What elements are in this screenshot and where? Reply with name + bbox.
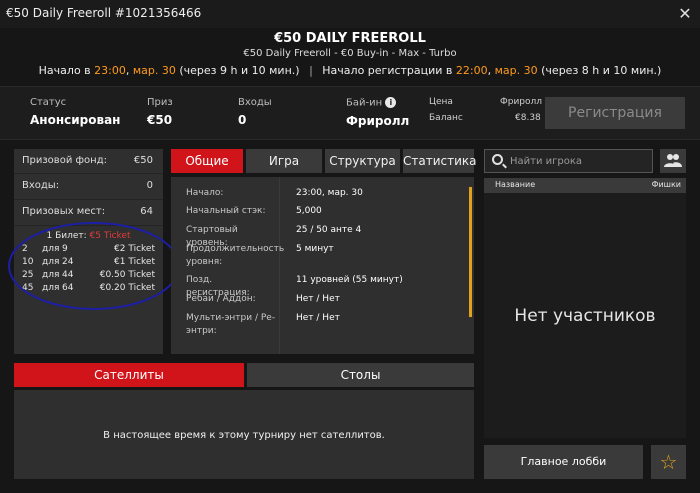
tab-structure[interactable]: Структура [325,149,400,173]
registration-label: Начало регистрации в [322,64,456,77]
divider [14,199,163,200]
entries-label: Входы [238,97,272,108]
paid-places-value: 64 [140,206,153,217]
prize-label: Приз [147,97,173,108]
start-label: Начало в [38,64,95,77]
schedule-separator: | [309,64,313,77]
paid-places-row: Призовых мест: 64 [22,206,153,217]
star-icon: ☆ [659,450,678,474]
detail-key: Начальный стэк: [186,206,266,216]
column-name[interactable]: Название [495,180,535,189]
paid-places-label: Призовых мест: [22,206,106,217]
title-bar: €50 Daily Freeroll #1021356466 ✕ [0,0,700,28]
entries-block: Входы 0 [238,97,272,127]
buyin-block: Бай-ин i Фриролл [346,97,409,128]
detail-value: Нет / Нет [296,313,340,323]
divider [14,173,163,174]
prize-pool-row: Призовой фонд: €50 [22,155,153,166]
info-icon[interactable]: i [385,97,397,108]
tab-statistics[interactable]: Статистика [403,149,477,173]
balance-label: Баланс [429,113,463,123]
tab-satellites[interactable]: Сателлиты [14,363,244,387]
registration-time: 22:00 [455,64,488,77]
satellites-panel: В настоящее время к этому турниру нет са… [14,390,474,479]
tab-game[interactable]: Игра [246,149,322,173]
detail-value: 25 / 50 анте 4 [296,225,362,235]
close-icon[interactable]: ✕ [676,4,694,23]
status-value: Анонсирован [30,113,121,127]
detail-value: 23:00, мар. 30 [296,188,363,198]
window-title: €50 Daily Freeroll #1021356466 [6,6,202,20]
detail-key: Продолжительность уровня: [186,244,285,267]
entries-count-value: 0 [146,180,153,191]
price-value: Фриролл [500,97,543,107]
tab-general[interactable]: Общие [171,149,243,173]
registration-date: мар. 30 [494,64,538,77]
detail-value: 11 уровней (55 минут) [296,275,403,285]
registration-relative: (через 8 h и 10 мин.) [537,64,662,77]
no-satellites-message: В настоящее время к этому турниру нет са… [103,430,385,441]
buyin-label: Бай-ин [346,97,383,109]
player-search-input[interactable] [510,153,648,169]
detail-value: 5,000 [296,206,322,216]
buyin-value: Фриролл [346,113,410,128]
detail-value: 5 минут [296,244,334,254]
detail-key: Начало: [186,188,224,198]
search-icon [492,154,503,165]
balance-value: €8.38 [515,113,541,123]
details-divider [279,177,280,354]
prize-value: €50 [147,113,173,127]
start-time: 23:00 [94,64,126,77]
entries-value: 0 [238,113,247,127]
details-panel: Начало: 23:00, мар. 30 Начальный стэк: 5… [171,177,474,354]
players-header: Название Фишки [484,178,686,193]
detail-key: Мульти-энтри / Ре-энтри: [186,313,276,336]
buyin-label-row: Бай-ин i [346,97,409,109]
tournament-title: €50 DAILY FREEROLL [274,31,426,46]
details-scrollbar[interactable] [469,187,472,317]
entries-count-label: Входы: [22,180,60,191]
tab-tables[interactable]: Столы [247,363,474,387]
no-players-message: Нет участников [514,306,656,326]
price-label: Цена [429,97,453,107]
schedule-line: Начало в 23:00, мар. 30 (через 9 h и 10 … [38,64,662,77]
main-lobby-button[interactable]: Главное лобби [484,445,643,479]
annotation-ellipse [8,222,180,310]
entries-row: Входы: 0 [22,180,153,191]
prize-pool-value: €50 [133,155,153,166]
prize-pool-label: Призовой фонд: [22,155,107,166]
detail-key: Ребаи / Аддон: [186,294,256,304]
tournament-subtitle: €50 Daily Freeroll - €0 Buy-in - Max - T… [243,48,457,59]
start-date: мар. 30 [132,64,176,77]
start-relative: (через 9 h и 10 мин.) [175,64,300,77]
favorite-button[interactable]: ☆ [651,445,686,479]
users-icon [664,154,682,167]
status-label: Статус [30,97,67,108]
players-list: Нет участников [484,193,686,438]
status-block: Статус Анонсирован [30,97,120,127]
register-button[interactable]: Регистрация [545,97,685,129]
prize-block: Приз €50 [147,97,173,127]
column-chips[interactable]: Фишки [652,180,681,189]
tournament-header: €50 DAILY FREEROLL €50 Daily Freeroll - … [0,28,700,84]
detail-value: Нет / Нет [296,294,340,304]
users-button[interactable] [660,149,686,173]
player-search[interactable] [484,149,653,173]
